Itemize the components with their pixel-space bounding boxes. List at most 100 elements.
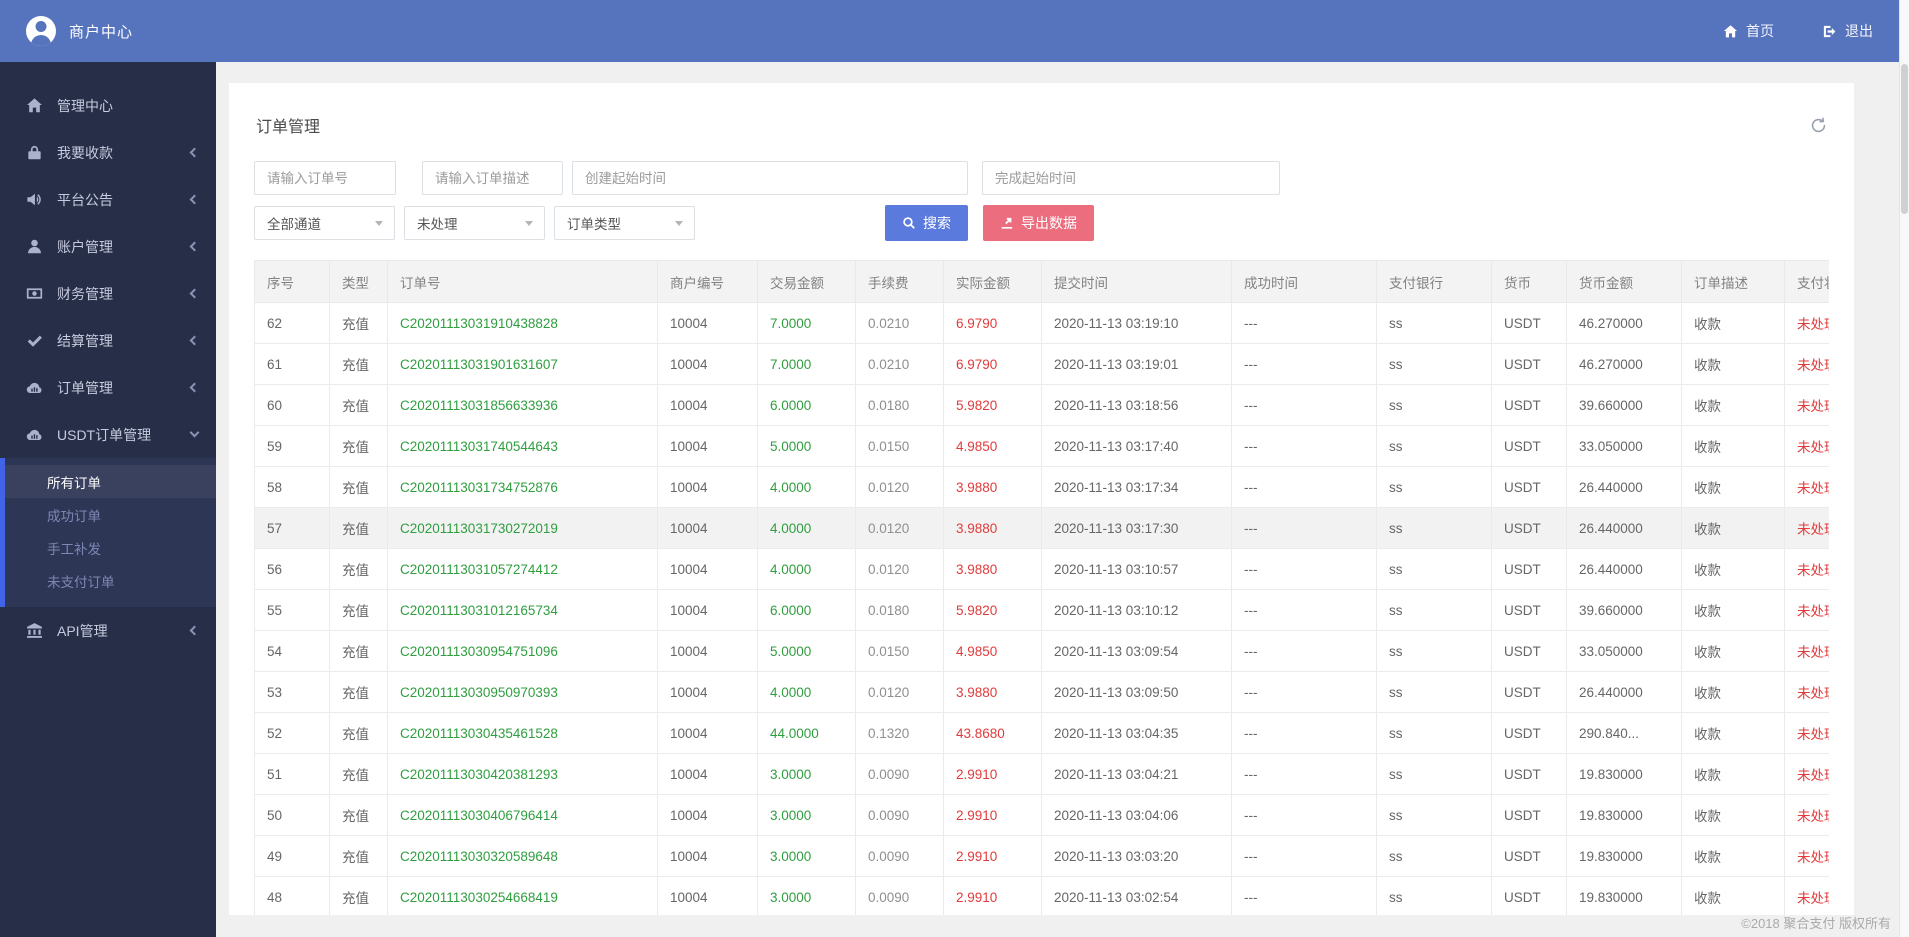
finish-time-input[interactable] [982, 161, 1280, 195]
brand-title: 商户中心 [69, 23, 134, 41]
cell-submit-time: 2020-11-13 03:02:54 [1041, 876, 1232, 915]
channel-select[interactable]: 全部通道 [254, 206, 395, 240]
cell-success-time: --- [1231, 589, 1377, 631]
sidebar-item-finance[interactable]: 财务管理 [0, 270, 216, 317]
column-header-currency: 货币 [1491, 260, 1567, 303]
export-data-button[interactable]: 导出数据 [983, 205, 1094, 241]
cell-merchant-id: 10004 [657, 671, 758, 713]
table-row[interactable]: 57 充值 C20201113031730272019 10004 4.0000 0.01… [254, 507, 1829, 549]
submenu-item-unpaid-orders[interactable]: 未支付订单 [5, 564, 216, 597]
orders-table-wrap: 序号 类型 订单号 商户编号 交易金额 手续费 实际金额 提交时间 成功时间 支付银行 货币 货币金额… [254, 260, 1829, 915]
cell-currency-amount: 39.660000 [1566, 384, 1682, 426]
filter-row-selects: 全部通道 未处理 订单类型 搜索 导出数据 [254, 205, 1829, 241]
refresh-icon[interactable] [1810, 116, 1827, 134]
sidebar: 管理中心 我要收款 平台公告账户管理财务管理结算管理订单管理 USDT订单管理所有订单… [0, 62, 216, 937]
search-icon [903, 217, 915, 229]
table-row[interactable]: 56 充值 C20201113031057274412 10004 4.0000 0.01… [254, 548, 1829, 590]
submenu-item-manual-reissue[interactable]: 手工补发 [5, 531, 216, 564]
table-row[interactable]: 62 充值 C20201113031910438828 10004 7.0000 0.02… [254, 302, 1829, 344]
create-time-input[interactable] [572, 161, 968, 195]
table-row[interactable]: 49 充值 C20201113030320589648 10004 3.0000 0.00… [254, 835, 1829, 877]
cell-submit-time: 2020-11-13 03:17:34 [1041, 466, 1232, 508]
process-status-select[interactable]: 未处理 [404, 206, 545, 240]
scrollbar-thumb[interactable] [1901, 64, 1908, 214]
sidebar-item-label: 订单管理 [57, 379, 113, 396]
cell-type: 充值 [329, 589, 388, 631]
column-header-currency-amount: 货币金额 [1566, 260, 1682, 303]
order-no-input[interactable] [254, 161, 396, 195]
page-scrollbar[interactable] [1899, 0, 1909, 937]
table-row[interactable]: 55 充值 C20201113031012165734 10004 6.0000 0.01… [254, 589, 1829, 631]
cell-pay-bank: ss [1376, 794, 1492, 836]
table-row[interactable]: 58 充值 C20201113031734752876 10004 4.0000 0.01… [254, 466, 1829, 508]
cell-merchant-id: 10004 [657, 302, 758, 344]
cell-currency-amount: 39.660000 [1566, 589, 1682, 631]
main-content: 订单管理 全部通道 未处理 [216, 62, 1899, 937]
cell-type: 充值 [329, 794, 388, 836]
cell-currency: USDT [1491, 876, 1567, 915]
nav-logout-link[interactable]: 退出 [1822, 21, 1873, 41]
column-header-merchant-id: 商户编号 [657, 260, 758, 303]
sidebar-item-account[interactable]: 账户管理 [0, 223, 216, 270]
copyright-text: ©2018 聚合支付 版权所有 [1741, 916, 1891, 931]
search-button[interactable]: 搜索 [885, 205, 968, 241]
cell-order-no: C20201113030406796414 [387, 794, 658, 836]
cell-pay-bank: ss [1376, 630, 1492, 672]
nav-home-link[interactable]: 首页 [1723, 21, 1774, 41]
cell-order-desc: 收款 [1681, 466, 1785, 508]
check-icon [26, 332, 43, 349]
sidebar-item-announcement[interactable]: 平台公告 [0, 176, 216, 223]
cell-fee: 0.0090 [855, 753, 944, 795]
cell-order-no: C20201113030950970393 [387, 671, 658, 713]
cell-order-desc: 收款 [1681, 712, 1785, 754]
sidebar-item-label: 财务管理 [57, 285, 113, 302]
cell-currency-amount: 26.440000 [1566, 507, 1682, 549]
cell-pay-status: 未处理 [1784, 384, 1829, 426]
cell-seq: 57 [254, 507, 330, 549]
cell-trade-amount: 3.0000 [757, 876, 856, 915]
cell-submit-time: 2020-11-13 03:04:06 [1041, 794, 1232, 836]
cell-success-time: --- [1231, 753, 1377, 795]
submenu-item-all-orders[interactable]: 所有订单 [5, 465, 216, 498]
cell-trade-amount: 7.0000 [757, 302, 856, 344]
table-row[interactable]: 51 充值 C20201113030420381293 10004 3.0000 0.00… [254, 753, 1829, 795]
sidebar-item-settlement[interactable]: 结算管理 [0, 317, 216, 364]
cell-merchant-id: 10004 [657, 466, 758, 508]
table-row[interactable]: 50 充值 C20201113030406796414 10004 3.0000 0.00… [254, 794, 1829, 836]
sidebar-item-admin-center[interactable]: 管理中心 [0, 82, 216, 129]
cloud-chart-icon [26, 426, 43, 443]
cell-currency-amount: 19.830000 [1566, 835, 1682, 877]
table-row[interactable]: 48 充值 C20201113030254668419 10004 3.0000 0.00… [254, 876, 1829, 915]
chevron-left-icon [189, 335, 200, 346]
sidebar-item-collect[interactable]: 我要收款 [0, 129, 216, 176]
cell-pay-status: 未处理 [1784, 671, 1829, 713]
table-row[interactable]: 54 充值 C20201113030954751096 10004 5.0000 0.01… [254, 630, 1829, 672]
cell-merchant-id: 10004 [657, 794, 758, 836]
sidebar-item-orders[interactable]: 订单管理 [0, 364, 216, 411]
orders-card: 订单管理 全部通道 未处理 [229, 83, 1854, 915]
table-row[interactable]: 53 充值 C20201113030950970393 10004 4.0000 0.01… [254, 671, 1829, 713]
sidebar-item-api[interactable]: API管理 [0, 607, 216, 654]
cell-actual-amount: 5.9820 [943, 384, 1042, 426]
cell-currency: USDT [1491, 548, 1567, 590]
user-icon [26, 238, 43, 255]
sidebar-item-label: 账户管理 [57, 238, 113, 255]
table-row[interactable]: 61 充值 C20201113031901631607 10004 7.0000 0.02… [254, 343, 1829, 385]
order-type-select[interactable]: 订单类型 [554, 206, 695, 240]
cell-currency: USDT [1491, 384, 1567, 426]
cell-currency-amount: 26.440000 [1566, 466, 1682, 508]
table-row[interactable]: 59 充值 C20201113031740544643 10004 5.0000 0.01… [254, 425, 1829, 467]
cell-submit-time: 2020-11-13 03:09:54 [1041, 630, 1232, 672]
cell-type: 充值 [329, 753, 388, 795]
cell-currency: USDT [1491, 425, 1567, 467]
sidebar-item-usdt-orders[interactable]: USDT订单管理 [0, 411, 216, 458]
order-desc-input[interactable] [422, 161, 563, 195]
column-header-success-time: 成功时间 [1231, 260, 1377, 303]
table-row[interactable]: 52 充值 C20201113030435461528 10004 44.0000 0.1… [254, 712, 1829, 754]
column-header-actual-amount: 实际金额 [943, 260, 1042, 303]
user-avatar [26, 16, 56, 46]
submenu-item-success-orders[interactable]: 成功订单 [5, 498, 216, 531]
cell-merchant-id: 10004 [657, 425, 758, 467]
cell-order-desc: 收款 [1681, 876, 1785, 915]
table-row[interactable]: 60 充值 C20201113031856633936 10004 6.0000 0.01… [254, 384, 1829, 426]
